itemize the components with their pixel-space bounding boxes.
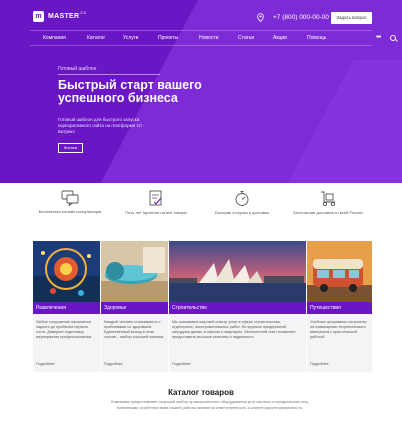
feature-consultation[interactable]: Бесплатная онлайн консультация: [30, 190, 110, 214]
logo-mark: m: [33, 11, 44, 22]
nav-item-company[interactable]: Компания: [43, 35, 66, 41]
features-row: Бесплатная онлайн консультация Пять лет …: [30, 190, 372, 235]
search-icon[interactable]: [390, 35, 396, 41]
stopwatch-icon: [235, 191, 249, 206]
catalog-title: Каталог товаров: [168, 388, 234, 397]
truck-icon: [320, 191, 335, 207]
nav-item-catalog[interactable]: Каталог: [87, 35, 105, 41]
nav-item-promos[interactable]: Акции: [273, 35, 287, 41]
hero-button[interactable]: Кнопка: [58, 143, 83, 153]
card-image-opera-house: [169, 241, 306, 302]
hero-eyebrow-line: [58, 74, 160, 75]
card-title: Здоровье: [101, 302, 168, 314]
hero-lead: Готовый шаблон для быстрого запуска корп…: [58, 117, 144, 134]
catalog-text: Компания предоставляет широкий выбор про…: [111, 399, 309, 410]
document-check-icon: [149, 190, 162, 206]
more-menu-icon[interactable]: •••: [376, 34, 381, 41]
logo-text: MASTER: [48, 13, 80, 20]
logo-version: 2.0: [80, 10, 86, 15]
card-image-van: [307, 241, 372, 302]
card-text: Каждый человек сталкивается с проблемами…: [104, 320, 165, 339]
feature-label: Быстрая отгрузка и доставка: [215, 210, 269, 215]
nav-item-help[interactable]: Помощь: [307, 35, 326, 41]
phone-number[interactable]: +7 (800) 000-00-00: [273, 14, 329, 21]
nav-item-news[interactable]: Новости: [199, 35, 218, 41]
feature-warranty[interactable]: Пять лет гарантии на все товары: [116, 190, 196, 215]
card-more-link[interactable]: Подробнее: [310, 362, 329, 366]
card-health[interactable]: Здоровье Каждый человек сталкивается с п…: [101, 241, 168, 372]
card-title: Развлечения: [33, 302, 100, 314]
feature-delivery-speed[interactable]: Быстрая отгрузка и доставка: [202, 190, 282, 215]
card-image-yoga-mat: [101, 241, 168, 302]
hero-section: m MASTER 2.0 +7 (800) 000-00-00 Задать в…: [0, 0, 402, 183]
card-entertainment[interactable]: Развлечения Любое сооружение начинается …: [33, 241, 100, 372]
card-text: Мы оказываем широкий спектр услуг в сфер…: [172, 320, 296, 339]
ask-question-button[interactable]: Задать вопрос: [331, 12, 372, 24]
location-pin-icon[interactable]: [257, 13, 264, 22]
card-text: Учебные программы построены на совмещени…: [310, 320, 367, 339]
card-text: Любое сооружение начинается задолго до п…: [36, 320, 93, 339]
card-construction[interactable]: Строительство Мы оказываем широкий спект…: [169, 241, 306, 372]
card-travel[interactable]: Путешествия Учебные программы построены …: [307, 241, 372, 372]
card-more-link[interactable]: Подробнее: [36, 362, 55, 366]
main-nav: Компания Каталог Услуги Проекты Новости …: [30, 31, 396, 45]
nav-item-articles[interactable]: Статьи: [238, 35, 254, 41]
hero-eyebrow: Готовый шаблон: [58, 66, 97, 72]
feature-label: Пять лет гарантии на все товары: [125, 210, 187, 215]
card-title: Строительство: [169, 302, 306, 314]
feature-label: Бесплатная доставка по всей России: [293, 210, 363, 215]
card-more-link[interactable]: Подробнее: [104, 362, 123, 366]
nav-item-projects[interactable]: Проекты: [158, 35, 178, 41]
chat-icon: [61, 190, 79, 206]
hero-title: Быстрый старт вашего успешного бизнеса: [58, 78, 202, 105]
nav-divider-bottom: [30, 45, 372, 46]
logo[interactable]: m MASTER 2.0: [33, 10, 86, 22]
top-bar: m MASTER 2.0 +7 (800) 000-00-00 Задать в…: [0, 0, 402, 33]
card-image-carousel: [33, 241, 100, 302]
feature-label: Бесплатная онлайн консультация: [38, 209, 102, 214]
feature-free-shipping[interactable]: Бесплатная доставка по всей России: [288, 190, 368, 215]
card-title: Путешествия: [307, 302, 372, 314]
nav-item-services[interactable]: Услуги: [123, 35, 138, 41]
category-cards: Развлечения Любое сооружение начинается …: [33, 241, 372, 372]
card-more-link[interactable]: Подробнее: [172, 362, 191, 366]
